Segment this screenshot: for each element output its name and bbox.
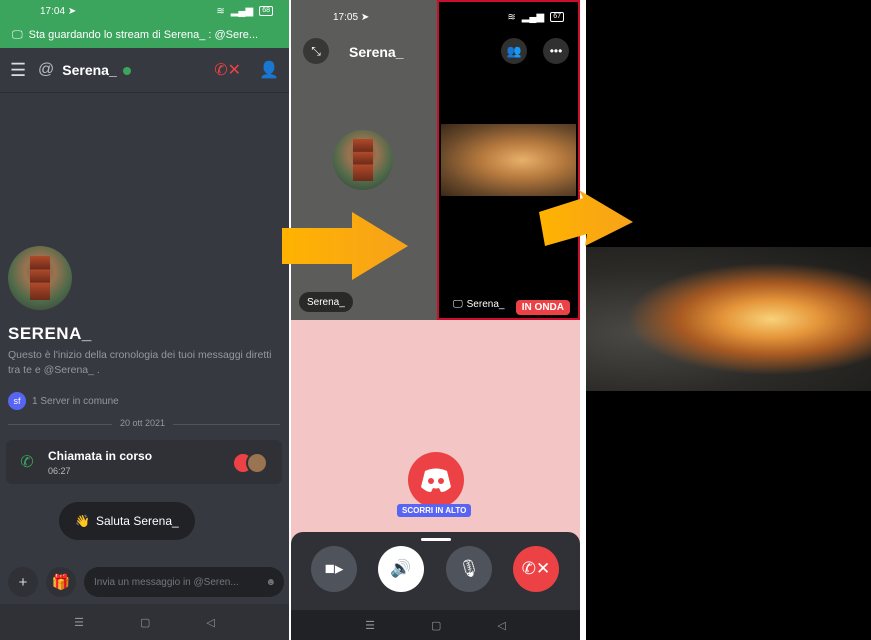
server-icon: sf (8, 392, 26, 410)
more-options-icon[interactable]: ••• (543, 38, 569, 64)
discord-controller-icon (421, 468, 451, 492)
status-time: 17:05 (333, 11, 359, 23)
arrow-icon (539, 190, 633, 246)
avatar (333, 130, 393, 190)
stream-video-frame[interactable] (586, 247, 871, 391)
watching-stream-banner[interactable]: 🖵 Sta guardando lo stream di Serena_ : @… (0, 22, 289, 48)
message-input[interactable]: Invia un messaggio in @Seren... ☻ (84, 567, 284, 597)
wave-button[interactable]: 👋 Saluta Serena_ (59, 502, 195, 540)
minimize-icon[interactable]: ⤡ (303, 38, 329, 64)
battery-indicator: 67 (550, 12, 564, 22)
dm-screen-panel: 17:04 ➤ ≋ ▂▄▆ 68 🖵 Sta guardando lo stre… (0, 0, 289, 640)
camera-button[interactable]: ■▸ (311, 546, 357, 592)
call-title: Serena_ (349, 44, 404, 60)
video-camera-icon: ■▸ (324, 559, 344, 578)
home-icon[interactable]: ▢ (140, 616, 150, 629)
back-icon[interactable]: ◁ (206, 616, 214, 629)
pagoda-image (353, 139, 373, 181)
dm-header: ☰ @ Serena_ ✆✕ 👤 (0, 48, 289, 93)
speaker-icon: 🔊 (390, 559, 412, 578)
avatar (8, 246, 72, 310)
message-placeholder: Invia un messaggio in @Seren... (94, 576, 239, 588)
mutual-servers[interactable]: sf 1 Server in comune (8, 392, 119, 410)
speaker-button[interactable]: 🔊 (378, 546, 424, 592)
stream-preview-image (441, 124, 576, 196)
pagoda-image (30, 256, 50, 300)
signal-icon: ▂▄▆ (521, 11, 545, 23)
recent-apps-icon[interactable]: ☰ (74, 616, 84, 629)
dm-intro-text: Questo è l'inizio della cronologia dei t… (8, 349, 272, 376)
participant-avatar (246, 452, 268, 474)
arrow-icon (282, 212, 408, 280)
online-status-dot (122, 67, 131, 76)
battery-indicator: 68 (259, 6, 273, 16)
status-time: 17:04 (40, 5, 66, 17)
members-icon[interactable]: 👤 (259, 60, 279, 80)
gift-icon[interactable]: 🎁 (46, 567, 76, 597)
scroll-up-hint: SCORRI IN ALTO (397, 504, 472, 517)
end-call-button[interactable]: ✆✕ (513, 546, 559, 592)
android-navbar: ☰ ▢ ◁ (291, 610, 580, 640)
mic-button[interactable]: 🎙 (446, 546, 492, 592)
profile-name: SERENA_ (8, 324, 92, 343)
live-badge: IN ONDA (515, 300, 570, 315)
screen-share-icon: 🖵 (12, 28, 23, 41)
phone-icon: ✆ (20, 454, 34, 471)
telegram-icon: ➤ (67, 5, 77, 17)
recent-apps-icon[interactable]: ☰ (365, 619, 375, 632)
at-icon: @ (38, 61, 55, 78)
drag-handle[interactable] (421, 538, 451, 541)
user-tile-name: Serena_ (307, 296, 345, 308)
call-duration: 06:27 (48, 465, 71, 476)
ongoing-call-card[interactable]: ✆ Chiamata in corso 06:27 (6, 440, 282, 484)
wave-label: Saluta Serena_ (95, 514, 179, 528)
status-bar: 17:04 ➤ ≋ ▂▄▆ 68 (0, 0, 289, 22)
wifi-icon: ≋ (216, 5, 225, 17)
call-header: ⤡ Serena_ 👥 ••• (291, 36, 580, 68)
back-icon[interactable]: ◁ (497, 619, 505, 632)
wifi-icon: ≋ (507, 11, 516, 23)
end-call-icon[interactable]: ✆✕ (214, 60, 241, 80)
microphone-icon: 🎙 (458, 559, 480, 578)
stream-tile-name: Serena_ (466, 298, 505, 310)
date-label: 20 ott 2021 (112, 418, 174, 428)
user-tile-label: Serena_ (299, 292, 353, 312)
call-screen-panel: Serena_ 🖵 Serena_ IN ONDA 17:05 ➤ ≋ ▂▄▆ … (291, 0, 580, 640)
stream-banner-text: Sta guardando lo stream di Serena_ : @Se… (28, 29, 259, 41)
mutual-servers-label: 1 Server in comune (32, 395, 119, 407)
dm-username: Serena_ (62, 62, 117, 78)
fullscreen-stream-panel (586, 0, 871, 640)
end-call-icon: ✆✕ (521, 559, 551, 578)
discord-logo-icon[interactable] (408, 452, 464, 508)
wumpus-icon: 👋 (75, 514, 90, 528)
dm-title: Serena_ (62, 62, 214, 78)
call-title: Chiamata in corso (48, 448, 153, 463)
screen-share-icon: 🖵 (453, 298, 463, 310)
status-bar: 17:05 ➤ ≋ ▂▄▆ 67 (291, 6, 580, 28)
members-icon[interactable]: 👥 (501, 38, 527, 64)
android-navbar: ☰ ▢ ◁ (0, 604, 289, 640)
home-icon[interactable]: ▢ (431, 619, 441, 632)
menu-icon[interactable]: ☰ (10, 60, 38, 81)
stream-tile-label: 🖵 Serena_ (445, 294, 513, 314)
add-icon[interactable]: + (8, 567, 38, 597)
signal-icon: ▂▄▆ (230, 5, 254, 17)
message-composer: + 🎁 Invia un messaggio in @Seren... ☻ (8, 566, 284, 598)
emoji-icon[interactable]: ☻ (265, 577, 276, 588)
telegram-icon: ➤ (360, 11, 370, 23)
